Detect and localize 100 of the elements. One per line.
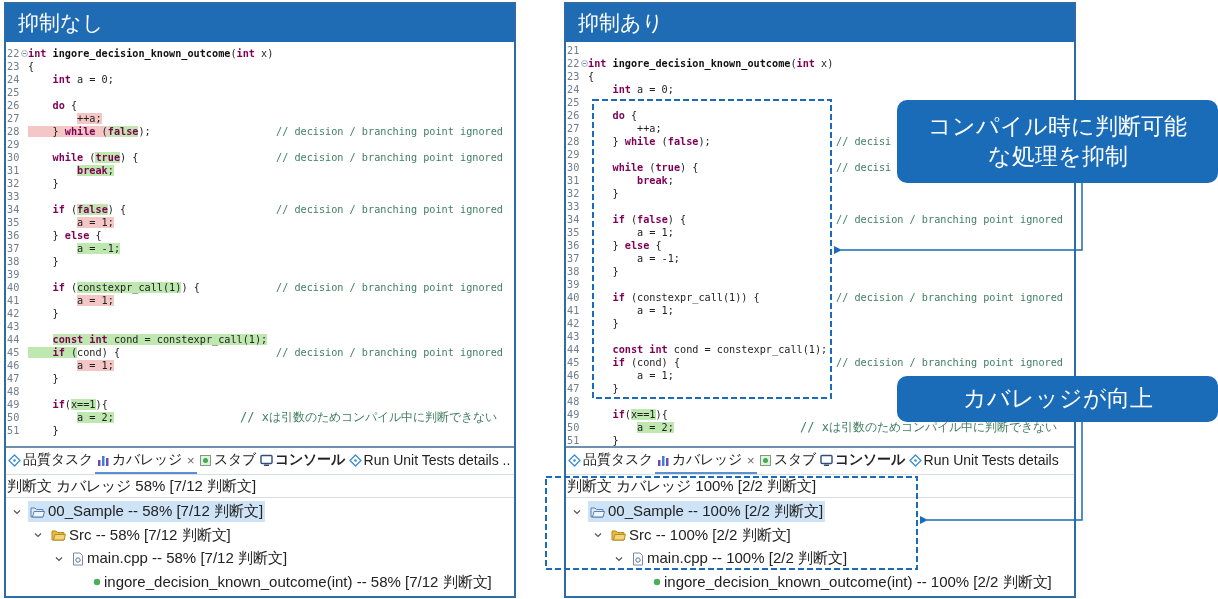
callout: カバレッジが向上 <box>897 376 1218 422</box>
line-number: 26 <box>566 109 581 122</box>
diamond-icon <box>908 453 922 467</box>
code-comment: // xは引数のためコンパイル中に判断できない <box>240 411 498 424</box>
fold-icon[interactable] <box>581 60 588 67</box>
tree-label: 00_Sample -- 58% [7/12 判断文] <box>48 502 264 522</box>
view-tab[interactable]: スタブ <box>756 448 818 474</box>
file-icon <box>632 551 644 566</box>
code-line: if (false) { <box>611 214 687 225</box>
line-number: 23 <box>6 60 21 73</box>
square-icon <box>758 453 772 467</box>
tree-item[interactable]: 00_Sample -- 58% [7/12 判断文] <box>28 501 266 523</box>
line-number: 40 <box>566 291 581 304</box>
view-tab[interactable]: スタブ <box>196 448 258 474</box>
line-number: 24 <box>566 83 581 96</box>
line-number: 34 <box>6 203 21 216</box>
code-line: if (constexpr_call(1)) { <box>51 282 200 293</box>
coverage-summary: 判断文 カバレッジ 100% [2/2 判断文] <box>566 475 1074 498</box>
monitor-icon <box>819 453 833 467</box>
line-number: 41 <box>566 304 581 317</box>
code-line: } while (false); <box>611 136 711 147</box>
code-comment: // decision / branching point ignored <box>276 346 504 359</box>
line-number: 42 <box>6 307 21 320</box>
code-line: a = 1; <box>636 227 674 238</box>
fold-icon[interactable] <box>21 50 28 57</box>
line-number: 39 <box>6 268 21 281</box>
tree-label: main.cpp -- 100% [2/2 判断文] <box>647 549 848 569</box>
code-line: do { <box>611 110 638 121</box>
code-line: int a = 0; <box>611 84 674 95</box>
line-number: 35 <box>6 216 21 229</box>
code-line: int ingore_decision_known_outcome(int x) <box>588 58 834 69</box>
line-number: 33 <box>566 200 581 213</box>
code-line: } else { <box>611 240 662 251</box>
file-icon <box>72 551 84 566</box>
code-line: } <box>611 383 619 394</box>
line-number: 24 <box>6 73 21 86</box>
view-tab[interactable]: コンソール <box>257 448 347 474</box>
view-tab[interactable]: コンソール <box>817 448 907 474</box>
line-number: 43 <box>6 320 21 333</box>
line-number: 28 <box>566 135 581 148</box>
line-number: 41 <box>6 294 21 307</box>
line-number: 37 <box>566 252 581 265</box>
line-number: 43 <box>566 330 581 343</box>
code-line: if (cond) { <box>28 347 121 358</box>
code-line: a = -1; <box>636 253 680 264</box>
tree-item[interactable]: main.cpp -- 100% [2/2 判断文] <box>630 548 850 570</box>
close-button[interactable]: × <box>187 452 195 468</box>
line-number: 40 <box>6 281 21 294</box>
code-line: { <box>588 71 595 82</box>
line-number: 21 <box>566 44 581 57</box>
view-tab[interactable]: カバレッジ × <box>95 448 197 474</box>
tree-label: Src -- 100% [2/2 判断文] <box>629 525 791 545</box>
dot-icon <box>93 578 101 587</box>
line-number: 47 <box>566 382 581 395</box>
line-number: 36 <box>6 229 21 242</box>
code-line: } else { <box>51 230 102 241</box>
panel-title: 抑制あり <box>566 4 1074 42</box>
line-number: 45 <box>566 356 581 369</box>
line-number: 51 <box>6 424 21 437</box>
folder-icon <box>590 505 605 518</box>
code-line: } <box>611 435 619 446</box>
tree-item[interactable]: main.cpp -- 58% [7/12 判断文] <box>70 548 290 570</box>
code-comment: // decision / branching point ignored <box>276 125 504 138</box>
code-line: a = 1; <box>636 305 674 316</box>
line-number: 32 <box>566 187 581 200</box>
tree-item[interactable]: Src -- 58% [7/12 判断文] <box>49 524 233 546</box>
code-line: } <box>611 188 619 199</box>
code-line: while (true) { <box>51 152 139 163</box>
code-line: if(x==1){ <box>51 399 108 410</box>
code-comment: // decisi <box>836 161 893 174</box>
line-number: 37 <box>6 242 21 255</box>
view-tab[interactable]: Run Unit Tests details <box>906 448 1061 474</box>
diamond-icon <box>348 453 362 467</box>
tree-label: main.cpp -- 58% [7/12 判断文] <box>87 549 288 569</box>
dot-icon <box>653 578 661 587</box>
line-number: 46 <box>566 369 581 382</box>
view-tab[interactable]: カバレッジ × <box>655 448 757 474</box>
line-number: 26 <box>6 99 21 112</box>
code-line: const int cond = constexpr_call(1); <box>51 334 268 345</box>
tree-item[interactable]: 00_Sample -- 100% [2/2 判断文] <box>588 501 826 523</box>
close-button[interactable]: × <box>747 452 755 468</box>
view-tab[interactable]: Run Unit Tests details .. <box>346 448 513 474</box>
code-line: a = 1; <box>636 370 674 381</box>
folder-icon <box>51 529 66 542</box>
tree-item[interactable]: Src -- 100% [2/2 判断文] <box>609 524 793 546</box>
line-number: 23 <box>566 70 581 83</box>
view-tab[interactable]: 品質タスク <box>566 448 655 474</box>
code-line: } while (false); <box>28 126 151 137</box>
line-number: 27 <box>6 112 21 125</box>
code-line: do { <box>51 100 78 111</box>
line-number: 39 <box>566 278 581 291</box>
line-number: 29 <box>6 138 21 151</box>
line-number: 44 <box>566 343 581 356</box>
code-line: while (true) { <box>611 162 699 173</box>
line-number: 32 <box>6 177 21 190</box>
line-number: 31 <box>566 174 581 187</box>
view-tab[interactable]: 品質タスク <box>6 448 95 474</box>
code-line: int ingore_decision_known_outcome(int x) <box>28 48 274 59</box>
folder-icon <box>30 505 45 518</box>
line-number: 38 <box>6 255 21 268</box>
